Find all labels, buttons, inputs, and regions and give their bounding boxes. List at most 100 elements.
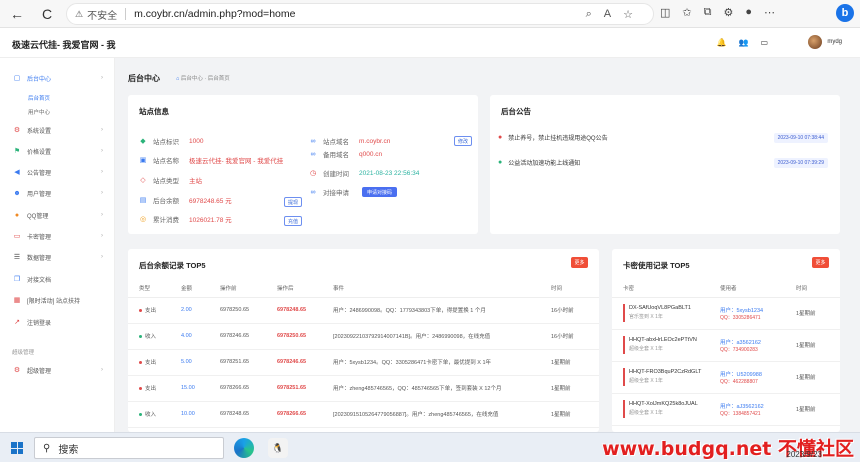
sidebar-item-label: 后台中心 bbox=[27, 76, 52, 83]
sidebar-sub-usercenter[interactable]: 用户中心 bbox=[28, 108, 50, 116]
sidebar-item-qq[interactable]: ● QQ管理 › bbox=[0, 208, 115, 222]
card-user: 用户：U5209988 bbox=[720, 371, 762, 378]
chevron-icon: › bbox=[101, 169, 103, 175]
card-code: HHQT-XolJmKQ25k8oJUAL bbox=[629, 401, 698, 407]
recharge-button[interactable]: 充值 bbox=[284, 216, 302, 226]
sidebar-item-cards[interactable]: ▭ 卡密管理 › bbox=[0, 229, 115, 243]
profile-icon[interactable]: ● bbox=[745, 6, 752, 19]
site-id-row: ◆ 站点标识 1000 bbox=[138, 136, 203, 147]
read-aloud-icon[interactable]: A bbox=[604, 8, 611, 21]
time-cell: 1星期前 bbox=[796, 297, 840, 330]
sidebar-item-data[interactable]: ☰ 数据管理 › bbox=[0, 250, 115, 264]
card-user: 用户：a3562162 bbox=[720, 339, 761, 346]
toolbar-icons: ◫ ✩ ⧉ ⚙ ● ⋯ bbox=[660, 6, 775, 19]
breadcrumb-text[interactable]: 后台中心 · 后台首页 bbox=[181, 76, 230, 82]
column-header: 使用者 bbox=[720, 280, 796, 298]
favorites-icon[interactable]: ✩ bbox=[682, 6, 691, 19]
card-title: 卡密使用记录 TOP5 bbox=[623, 261, 690, 270]
more-button[interactable]: 更多 bbox=[812, 257, 829, 268]
sidebar-item-notices[interactable]: ◀ 公告管理 › bbox=[0, 165, 115, 179]
taskbar-date: 2023/9/23 bbox=[786, 450, 822, 459]
info-value: 2021-08-23 22:56:34 bbox=[359, 169, 420, 177]
more-menu-icon[interactable]: ⋯ bbox=[764, 6, 775, 19]
more-button[interactable]: 更多 bbox=[571, 257, 588, 268]
avatar[interactable] bbox=[808, 35, 822, 49]
notice-text: 公益活动加速功能上线通知 bbox=[508, 161, 581, 167]
qq-app-icon[interactable]: 🐧 bbox=[268, 438, 288, 458]
home-icon[interactable]: ⌂ bbox=[176, 76, 179, 82]
header-icons: 🔔 👥 ▭ bbox=[717, 38, 769, 47]
time-cell: 16小时前 bbox=[551, 323, 599, 350]
type-cell: 收入 bbox=[128, 401, 181, 428]
card-name: HHQT-abxHrLEOc2ePTtVN 超级全套 X 1年 bbox=[623, 336, 720, 354]
table-row: HHQT-FRO3BquP2CzRdGLT 超级全套 X 1年 用户：U5209… bbox=[612, 361, 840, 394]
status-dot bbox=[139, 413, 142, 417]
withdraw-button[interactable]: 提现 bbox=[284, 197, 302, 207]
diamond-icon: ◇ bbox=[140, 177, 146, 184]
notification-icon[interactable]: 🔔 bbox=[717, 38, 727, 47]
card-table: 卡密 使用者 时间 DX-SAfUoqVL8PGaBLT1 官乐签到 X 1年 … bbox=[612, 280, 840, 426]
copilot-icon[interactable]: b bbox=[836, 4, 854, 22]
after-cell: 6978266.65 bbox=[277, 401, 333, 428]
amount-cell: 5.00 bbox=[181, 349, 220, 376]
column-header: 金额 bbox=[181, 280, 220, 298]
sidebar-item-docs[interactable]: ❐ 对接文档 bbox=[0, 272, 115, 286]
time-cell: 16小时前 bbox=[551, 297, 599, 324]
chevron-icon: › bbox=[101, 212, 103, 218]
edge-browser-icon[interactable] bbox=[234, 438, 254, 458]
gear-icon: ⚙ bbox=[13, 367, 21, 374]
event-cell: [20230922103792914007141B]。用户：2486990098… bbox=[333, 323, 551, 350]
sidebar-item-super-admin[interactable]: ⚙ 超级管理 › bbox=[0, 363, 115, 377]
split-screen-icon[interactable]: ◫ bbox=[660, 6, 670, 19]
sidebar-sub-home[interactable]: 后台首页 bbox=[28, 94, 50, 102]
info-value: 极速云代挂- 我爱官网 - 我爱代挂 bbox=[189, 158, 284, 165]
sidebar-item-dashboard[interactable]: ▢ 后台中心 › bbox=[0, 71, 115, 85]
sidebar-item-settings[interactable]: ⚙ 系统设置 › bbox=[0, 123, 115, 137]
users-icon[interactable]: 👥 bbox=[738, 38, 748, 47]
monitor-icon: ▢ bbox=[13, 75, 21, 82]
notice-item[interactable]: ● 禁止养号，禁止挂机违规用途QQ公告 bbox=[498, 133, 608, 142]
column-header: 操作后 bbox=[277, 280, 333, 298]
taskbar-search-input[interactable]: ⚲ 搜索 bbox=[34, 437, 224, 459]
address-bar[interactable]: ⚠ 不安全 m.coybr.cn/admin.php?mod=home ⌕ A … bbox=[66, 3, 654, 25]
sidebar-item-label: 公告管理 bbox=[27, 170, 52, 177]
card-log-card: 卡密使用记录 TOP5 更多 卡密 使用者 时间 DX-SAfUoqVL8PGa… bbox=[612, 249, 840, 432]
card-icon[interactable]: ▭ bbox=[760, 38, 768, 47]
site-name-row: ▣ 站点名称 极速云代挂- 我爱官网 - 我爱代挂 bbox=[138, 155, 284, 165]
sidebar-item-logout[interactable]: ↗ 注销登录 bbox=[0, 315, 115, 329]
user-cell: 用户：a3562162 QQ：734900283 bbox=[720, 329, 796, 362]
id-card-icon: ▣ bbox=[139, 157, 147, 164]
favorite-star-icon[interactable]: ☆ bbox=[623, 8, 633, 21]
amount-cell: 10.00 bbox=[181, 401, 220, 428]
back-button[interactable]: ← bbox=[6, 3, 28, 25]
chevron-icon: › bbox=[101, 254, 103, 260]
sidebar-item-activity[interactable]: ▦ [限时活动] 站点扶持 bbox=[0, 293, 115, 307]
windows-start-icon[interactable] bbox=[11, 442, 23, 454]
clock-icon: ◷ bbox=[309, 170, 317, 177]
card-code: HHQT-abxHrLEOc2ePTtVN bbox=[629, 337, 697, 343]
sidebar-item-label: 卡密管理 bbox=[27, 234, 52, 241]
card-qq: QQ：3305286471 bbox=[720, 314, 761, 321]
type-text: 支出 bbox=[145, 360, 157, 366]
sidebar-item-price[interactable]: ⚑ 价格设置 › bbox=[0, 144, 115, 158]
collections-icon[interactable]: ⧉ bbox=[704, 6, 712, 19]
search-icon: ⚲ bbox=[43, 442, 51, 454]
after-cell: 6978248.65 bbox=[277, 297, 333, 324]
site-title: 极速云代挂- 我爱官网 - 我 bbox=[12, 40, 116, 50]
extensions-icon[interactable]: ⚙ bbox=[723, 6, 733, 19]
page-title: 后台中心 bbox=[128, 74, 160, 83]
sidebar-item-label: [限时活动] 站点扶持 bbox=[27, 298, 81, 305]
reload-button[interactable]: C bbox=[36, 3, 58, 25]
before-cell: 6978266.65 bbox=[220, 375, 277, 402]
sidebar-item-users[interactable]: ☻ 用户管理 › bbox=[0, 186, 115, 200]
edit-button[interactable]: 修改 bbox=[454, 136, 472, 146]
card-name: HHQT-XolJmKQ25k8oJUAL 超级全套 X 1年 bbox=[623, 400, 720, 418]
user-name[interactable]: mydg bbox=[827, 39, 842, 45]
apply-key-button[interactable]: 申请对接码 bbox=[362, 187, 398, 197]
card-desc: 超级全套 X 1年 bbox=[629, 410, 663, 416]
sidebar-item-label: 价格设置 bbox=[27, 149, 52, 156]
zoom-icon[interactable]: ⌕ bbox=[586, 8, 592, 21]
notice-item[interactable]: ● 公益活动加速功能上线通知 bbox=[498, 158, 580, 167]
sidebar-item-label: 注销登录 bbox=[27, 320, 52, 327]
event-cell: 用户：2486990098。QQ：1779343803下单，得提置换 1 个月 bbox=[333, 297, 551, 324]
